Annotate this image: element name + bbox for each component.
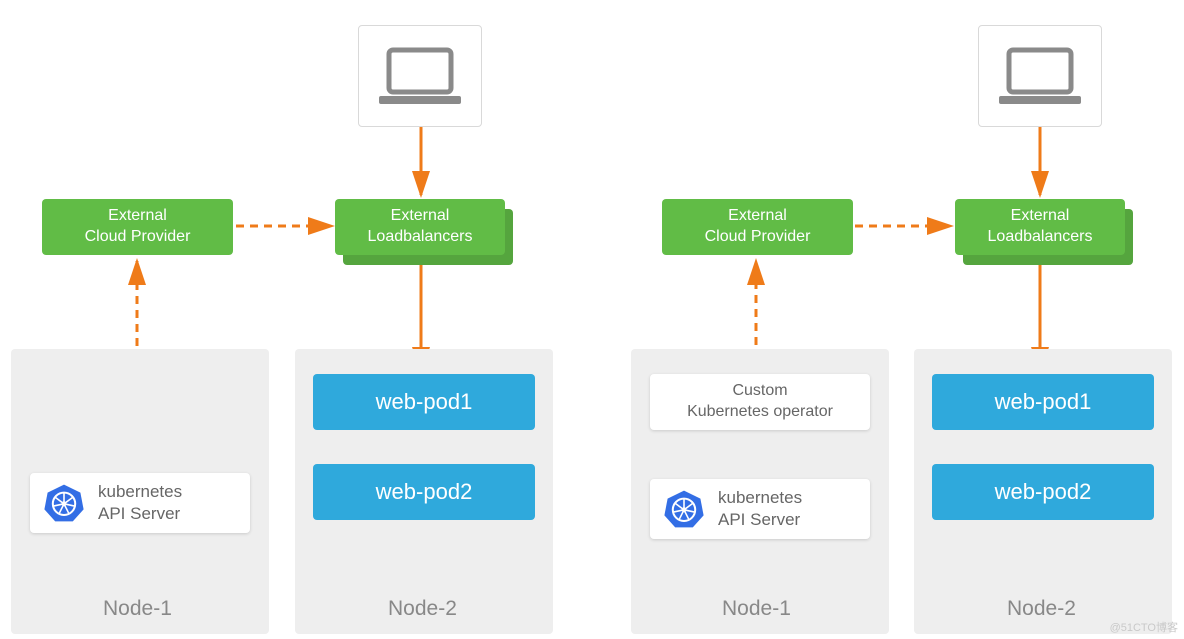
external-cloud-provider-label-r: ExternalCloud Provider [705,206,811,248]
api-server-label-r: kubernetesAPI Server [718,487,802,531]
custom-operator-box: CustomKubernetes operator [650,374,870,430]
kubernetes-icon [664,489,704,529]
kubernetes-api-server-box: kubernetesAPI Server [30,473,250,533]
external-cloud-provider-label: ExternalCloud Provider [85,206,191,248]
external-lb-label-r: ExternalLoadbalancers [988,206,1093,248]
web-pod2-label: web-pod2 [376,478,473,507]
web-pod1-box: web-pod1 [313,374,535,430]
laptop-icon [997,46,1083,106]
custom-operator-label: CustomKubernetes operator [687,381,833,423]
watermark: @51CTO博客 [1110,619,1178,635]
node-2-label: Node-2 [388,597,457,621]
external-lb-box: ExternalLoadbalancers [335,199,505,255]
node-1-label: Node-1 [103,597,172,621]
web-pod1-label: web-pod1 [376,388,473,417]
web-pod2-label-r: web-pod2 [995,478,1092,507]
kubernetes-icon [44,483,84,523]
client-laptop-box [358,25,482,127]
node-2-label-r: Node-2 [1007,597,1076,621]
client-laptop-box-r [978,25,1102,127]
web-pod2-box-r: web-pod2 [932,464,1154,520]
external-cloud-provider-box: ExternalCloud Provider [42,199,233,255]
api-server-label: kubernetesAPI Server [98,481,182,525]
kubernetes-api-server-box-r: kubernetesAPI Server [650,479,870,539]
web-pod2-box: web-pod2 [313,464,535,520]
node-1-label-r: Node-1 [722,597,791,621]
web-pod1-label-r: web-pod1 [995,388,1092,417]
laptop-icon [377,46,463,106]
external-cloud-provider-box-r: ExternalCloud Provider [662,199,853,255]
external-lb-box-r: ExternalLoadbalancers [955,199,1125,255]
web-pod1-box-r: web-pod1 [932,374,1154,430]
external-lb-label: ExternalLoadbalancers [368,206,473,248]
